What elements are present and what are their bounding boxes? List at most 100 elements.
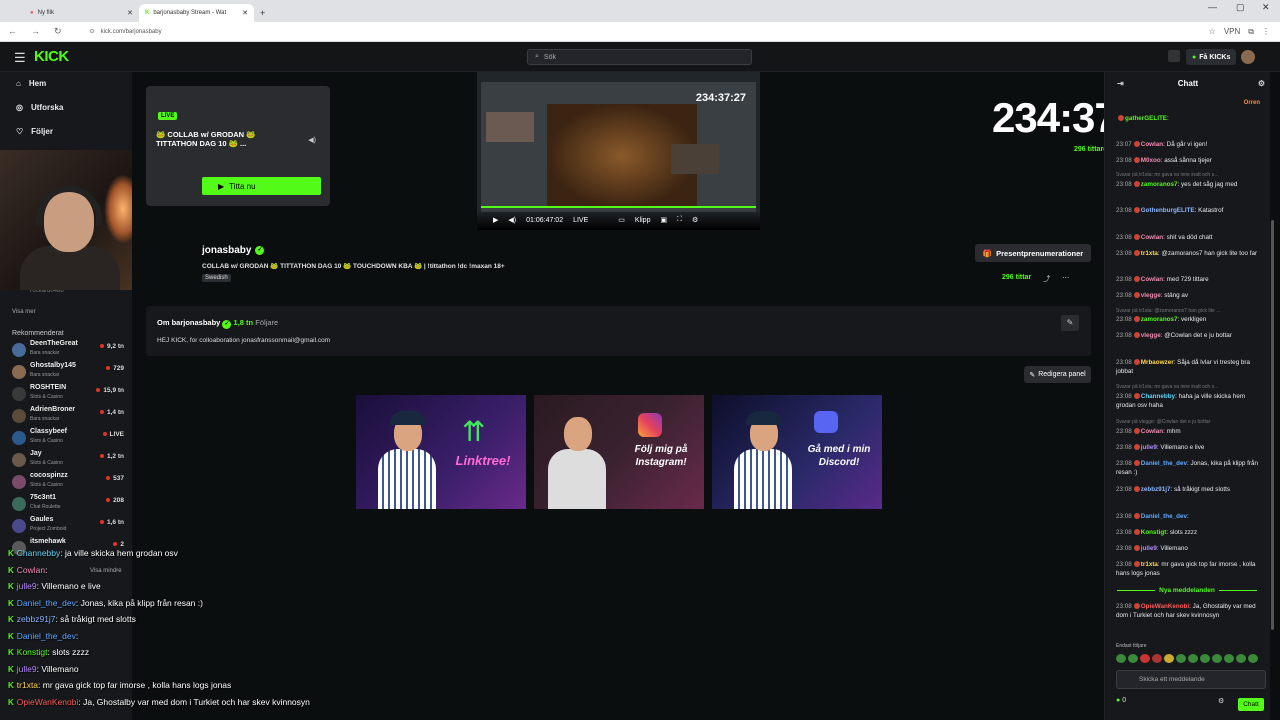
chat-send-button[interactable]: Chatt <box>1238 698 1264 711</box>
chat-username[interactable]: vlegge <box>1141 332 1161 339</box>
language-tag[interactable]: Swedish <box>202 274 231 282</box>
user-avatar[interactable] <box>1241 50 1255 64</box>
menu-icon[interactable]: ⋮ <box>1262 27 1270 36</box>
recommended-channel[interactable]: Ghostalby145 Bara snackar 729 <box>12 362 124 383</box>
chat-username[interactable]: OpieWanKenobi <box>1141 603 1189 610</box>
theater-icon[interactable]: ▭ <box>618 216 625 224</box>
chat-username[interactable]: tr1xta <box>1141 250 1158 257</box>
bookmark-icon[interactable]: ☆ <box>1209 27 1216 36</box>
chat-scrollbar[interactable] <box>1271 220 1274 630</box>
chat-message[interactable]: 23:08 julle9: Villemano e live <box>1116 444 1266 453</box>
sidebar-item-explore[interactable]: ◎ Utforska <box>16 103 63 112</box>
gift-subs-button[interactable]: 🎁 Presentprenumerationer <box>975 244 1091 262</box>
close-icon[interactable]: ✕ <box>242 9 248 17</box>
kick-tv-icon[interactable] <box>1168 50 1180 62</box>
chat-message[interactable]: 23:08 vlegge: stäng av <box>1116 292 1266 301</box>
search-input[interactable]: ⌕ Sök <box>527 49 752 65</box>
new-tab-icon[interactable]: + <box>260 8 265 18</box>
clip-button[interactable]: Klipp <box>635 217 651 224</box>
chat-username[interactable]: Konstigt <box>1141 529 1167 536</box>
chat-message[interactable]: 23:08 Cowlan: med 729 tittare <box>1116 276 1266 285</box>
tab-new[interactable]: ● Ny flik ✕ <box>24 4 139 22</box>
share-icon[interactable]: ⤴ <box>1043 274 1050 284</box>
chat-message[interactable]: 23:08 GothenburgELITE: Katastrof <box>1116 207 1266 216</box>
chat-reply-context[interactable]: Svarar på tr1xta: mr gava va inne inatt … <box>1116 384 1266 390</box>
emote-icon[interactable] <box>1212 654 1222 663</box>
recommended-channel[interactable]: DeenTheGreat Bara snackar 9,2 tn <box>12 340 124 361</box>
emote-icon[interactable] <box>1236 654 1246 663</box>
chat-username[interactable]: GothenburgELITE <box>1141 207 1195 214</box>
show-more-link[interactable]: Visa mer <box>12 309 36 315</box>
chat-username[interactable]: Cowlan <box>1141 276 1163 283</box>
emote-icon[interactable] <box>1248 654 1258 663</box>
emote-icon[interactable] <box>1176 654 1186 663</box>
chat-username[interactable]: julle9 <box>1141 444 1157 451</box>
chat-reply-context[interactable]: Svarar på tr1xta: @zamoranos7 han gick l… <box>1116 308 1266 314</box>
play-icon[interactable]: ▶ <box>493 216 498 224</box>
chat-username[interactable]: zamoranos7 <box>1141 316 1178 323</box>
chat-message[interactable]: 23:08 OpieWanKenobi: Ja, Ghostalby var me… <box>1116 603 1266 620</box>
chat-message[interactable]: 23:08 tr1xta: mr gava gick top far imorse… <box>1116 561 1266 578</box>
back-icon[interactable]: ← <box>8 26 17 37</box>
chat-message[interactable]: 23:08 zamoranos7: yes det såg jag med <box>1116 181 1266 190</box>
recommended-channel[interactable]: ROSHTEIN Slots & Casino 15,9 tn <box>12 384 124 405</box>
get-kicks-button[interactable]: ● Få KICKs <box>1186 49 1237 65</box>
fullscreen-icon[interactable]: ⛶ <box>677 216 682 224</box>
emote-icon[interactable] <box>1128 654 1138 663</box>
chat-message[interactable]: 23:08 M0xoo: asså sånna tjejer <box>1116 157 1266 166</box>
instagram-panel[interactable]: Följ mig på Instagram! <box>534 395 704 509</box>
chat-username[interactable]: zamoranos7 <box>1141 181 1178 188</box>
new-messages-divider[interactable]: Nya meddelanden <box>1112 587 1262 594</box>
maximize-icon[interactable]: ▢ <box>1236 2 1245 13</box>
url-field[interactable]: ⊙ kick.com/barjonasbaby <box>90 28 162 36</box>
recommended-channel[interactable]: 75c3nt1 Chat Roulette 208 <box>12 494 124 515</box>
chat-username[interactable]: Mrbaowzer <box>1141 359 1174 366</box>
reload-icon[interactable]: ↻ <box>54 26 62 37</box>
recommended-channel[interactable]: Classybeef Slots & Casino LIVE <box>12 428 124 449</box>
chat-username[interactable]: zebbz91j7 <box>1141 486 1171 493</box>
chat-username[interactable]: Cowlan <box>1141 141 1163 148</box>
volume-icon[interactable]: ◀) <box>308 136 316 144</box>
chat-message[interactable]: 23:08 Channebby: haha ja ville skicka hem… <box>1116 393 1266 410</box>
tab-kick[interactable]: K barjonasbaby Stream - Wat ✕ <box>139 4 254 22</box>
pip-icon[interactable]: ▣ <box>660 216 667 224</box>
chat-username[interactable]: julle9 <box>1141 545 1157 552</box>
emote-icon[interactable] <box>1200 654 1210 663</box>
video-player[interactable]: 234:37:27 ▶ ◀) 01:06:47:02 LIVE ▭ Klipp … <box>477 72 760 230</box>
chat-username[interactable]: gatherGELITE <box>1125 115 1167 122</box>
emote-icon[interactable] <box>1116 654 1126 663</box>
more-icon[interactable]: ⋯ <box>1062 274 1069 284</box>
player-progress[interactable] <box>481 206 756 208</box>
emote-icon[interactable] <box>1224 654 1234 663</box>
settings-icon[interactable]: ⚙ <box>692 216 698 224</box>
chat-message[interactable]: 23:08 tr1xta: @zamoranos7 han gick lite t… <box>1116 250 1266 259</box>
chat-username[interactable]: Cowlan <box>1141 234 1163 241</box>
chat-message[interactable]: 23:08 Daniel_the_dev: <box>1116 513 1266 522</box>
linktree-panel[interactable]: ⇈ Linktree! <box>356 395 526 509</box>
chat-reply-context[interactable]: Svarar på tr1xta: mr gava va inne inatt … <box>1116 172 1266 178</box>
chat-message[interactable]: 23:08 zebbz91j7: så tråkigt med slotts <box>1116 486 1266 495</box>
chat-message[interactable]: 23:08 Mrbaowzer: Såja då lvlar vi tresteg… <box>1116 359 1266 376</box>
chat-input[interactable]: Skicka ett meddelande <box>1116 670 1266 689</box>
recommended-channel[interactable]: Jay Slots & Casino 1,2 tn <box>12 450 124 471</box>
forward-icon[interactable]: → <box>31 26 40 37</box>
extensions-icon[interactable]: ⧉ <box>1248 27 1254 37</box>
recommended-channel[interactable]: Gaules Project Zomboid 1,6 tn <box>12 516 124 537</box>
edit-panel-button[interactable]: ✎ Redigera panel <box>1024 366 1091 383</box>
chat-message[interactable]: 23:08 Daniel_the_dev: Jonas, kika på klip… <box>1116 460 1266 477</box>
hamburger-icon[interactable]: ☰ <box>14 50 26 66</box>
edit-icon[interactable]: ✎ <box>1061 315 1079 331</box>
chat-username[interactable]: Cowlan <box>1141 428 1163 435</box>
chat-username[interactable]: Daniel_the_dev <box>1141 460 1187 467</box>
chat-message[interactable]: 23:08 zamoranos7: verkligen <box>1116 316 1266 325</box>
chat-message[interactable]: 23:08 julle9: Villemano <box>1116 545 1266 554</box>
collapse-chat-icon[interactable]: ⇥ <box>1117 72 1124 96</box>
window-close-icon[interactable]: ✕ <box>1262 2 1270 13</box>
discord-panel[interactable]: Gå med i min Discord! <box>712 395 882 509</box>
chat-message[interactable]: 23:08 Cowlan: shit va död chatt <box>1116 234 1266 243</box>
chat-message[interactable]: 23:08 Cowlan: mhm <box>1116 428 1266 437</box>
close-icon[interactable]: ✕ <box>127 9 133 17</box>
chat-reply-context[interactable]: Svarar på vlegge: @Cowlan det e ju botta… <box>1116 419 1266 425</box>
chat-username[interactable]: Daniel_the_dev <box>1141 513 1187 520</box>
volume-icon[interactable]: ◀) <box>508 216 516 224</box>
